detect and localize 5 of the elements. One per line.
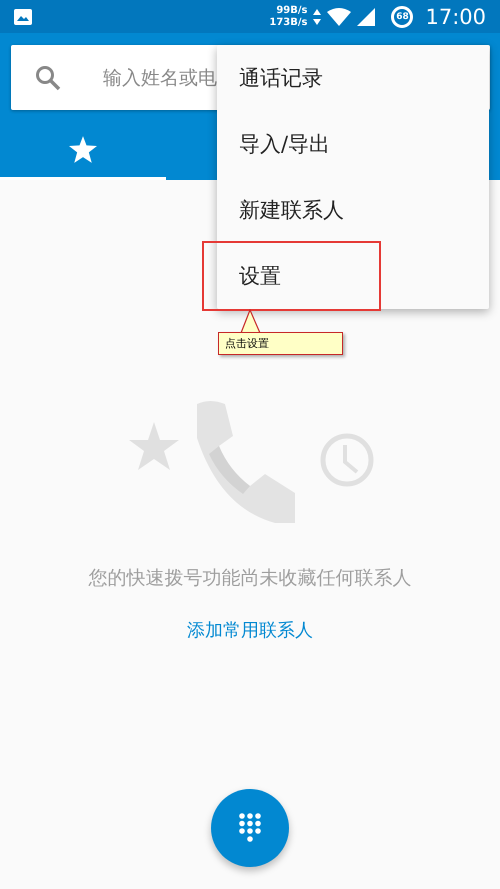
download-speed: 173B/s bbox=[269, 16, 308, 28]
upload-speed: 99B/s bbox=[276, 4, 308, 16]
clock: 17:00 bbox=[425, 4, 486, 28]
battery-indicator: 68 bbox=[391, 6, 414, 28]
empty-message: 您的快速拨号功能尚未收藏任何联系人 bbox=[88, 566, 412, 591]
